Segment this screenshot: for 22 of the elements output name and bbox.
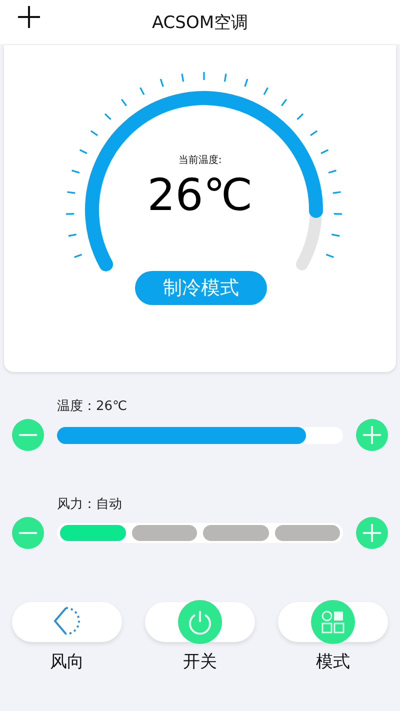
decrease-button[interactable] xyxy=(12,419,44,451)
wind-speed-bar[interactable] xyxy=(57,523,343,543)
minus-icon xyxy=(19,531,37,535)
app-title: ACSOM空调 xyxy=(152,12,248,34)
direction-button[interactable] xyxy=(12,602,122,642)
add-icon[interactable] xyxy=(18,6,40,28)
control-label: 开关 xyxy=(183,651,217,673)
wind-speed-label: 风力：自动 xyxy=(57,497,122,512)
plus-icon xyxy=(363,524,381,542)
temperature-label: 温度：26℃ xyxy=(57,399,128,414)
control-label: 模式 xyxy=(316,651,350,673)
power-button[interactable] xyxy=(145,602,255,642)
mode-button[interactable]: 制冷模式 xyxy=(135,271,267,305)
plus-icon xyxy=(363,426,381,444)
increase-button[interactable] xyxy=(356,517,388,549)
increase-button[interactable] xyxy=(356,419,388,451)
minus-icon xyxy=(19,433,37,437)
power-icon xyxy=(178,600,222,644)
grid-icon xyxy=(311,600,355,644)
mode-button[interactable] xyxy=(278,602,388,642)
decrease-button[interactable] xyxy=(12,517,44,549)
control-label: 风向 xyxy=(50,651,84,673)
